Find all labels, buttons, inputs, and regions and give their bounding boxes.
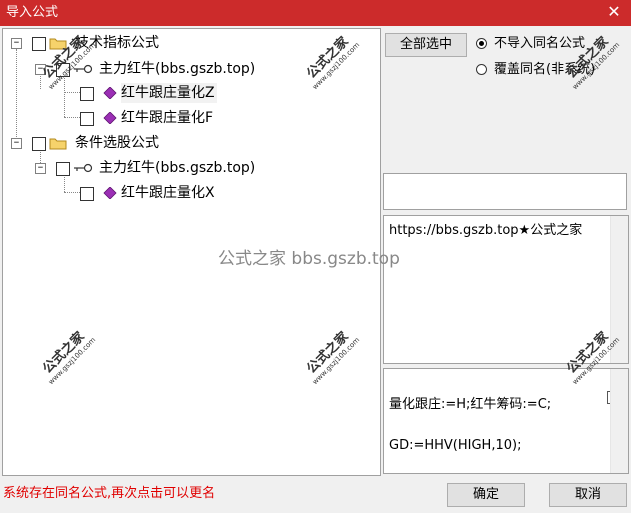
ok-button[interactable]: 确定 [447,483,525,507]
tree-node-group[interactable]: − 主力红牛(bbs.gszb.top) [3,59,373,79]
key-icon [74,163,93,173]
node-label: 技术指标公式 [75,35,159,51]
collapse-toggle[interactable]: − [35,64,46,75]
description-field[interactable] [383,173,627,210]
skip-same-name-radio[interactable] [476,38,487,49]
skip-same-name-label: 不导入同名公式 [494,36,586,51]
node-label: 主力红牛(bbs.gszb.top) [99,160,256,176]
tree-leaf-formula[interactable]: 红牛跟庄量化F [3,108,373,128]
scrollbar[interactable] [610,216,628,363]
tree-leaf-formula[interactable]: 红牛跟庄量化X [3,183,373,203]
import-formula-dialog: 导入公式 ✕ − 技术指标公式 − 主力红牛(bbs.gszb.top) 红牛跟… [0,0,631,513]
overwrite-same-name-label: 覆盖同名(非系统) [494,62,596,77]
status-message: 系统存在同名公式,再次点击可以更名 [3,486,216,501]
collapse-toggle[interactable]: − [11,138,22,149]
tree-node-group[interactable]: − 主力红牛(bbs.gszb.top) [3,158,373,178]
formula-code-panel[interactable]: 量化跟庄:=H;红牛筹码:=C; GD:=HHV(HIGH,10); [383,368,629,474]
code-line-2: GD:=HHV(HIGH,10); [389,438,522,453]
tree-node-indicator-formulas[interactable]: − 技术指标公式 [3,33,373,53]
title-bar[interactable]: 导入公式 ✕ [0,0,631,26]
info-panel[interactable]: https://bbs.gszb.top★公式之家 [383,215,629,364]
folder-icon [49,38,67,50]
info-text: https://bbs.gszb.top★公式之家 [389,223,583,238]
formula-diamond-icon [103,187,117,199]
collapse-toggle[interactable]: − [11,38,22,49]
key-icon [74,64,93,74]
formula-diamond-icon [103,87,117,99]
node-checkbox[interactable] [80,187,94,201]
node-label: 条件选股公式 [75,135,159,151]
scrollbar[interactable] [610,369,628,473]
node-checkbox[interactable] [56,162,70,176]
tree-leaf-formula[interactable]: 红牛跟庄量化Z [3,83,373,103]
select-all-button[interactable]: 全部选中 [385,33,467,57]
node-label: 红牛跟庄量化F [121,110,214,126]
node-checkbox[interactable] [32,37,46,51]
overwrite-same-name-radio[interactable] [476,64,487,75]
formula-tree[interactable]: − 技术指标公式 − 主力红牛(bbs.gszb.top) 红牛跟庄量化Z 红牛… [2,28,381,476]
window-title: 导入公式 [6,5,59,20]
node-checkbox[interactable] [56,63,70,77]
tree-node-screening-formulas[interactable]: − 条件选股公式 [3,133,373,153]
formula-diamond-icon [103,112,117,124]
close-icon[interactable]: ✕ [605,3,623,21]
node-checkbox[interactable] [80,112,94,126]
collapse-toggle[interactable]: − [35,163,46,174]
node-checkbox[interactable] [32,137,46,151]
node-checkbox[interactable] [80,87,94,101]
code-line-1: 量化跟庄:=H;红牛筹码:=C; [389,397,552,412]
node-label: 红牛跟庄量化X [121,185,215,201]
cancel-button[interactable]: 取消 [549,483,627,507]
node-label: 主力红牛(bbs.gszb.top) [99,61,256,77]
node-label: 红牛跟庄量化Z [121,83,217,103]
folder-icon [49,138,67,150]
